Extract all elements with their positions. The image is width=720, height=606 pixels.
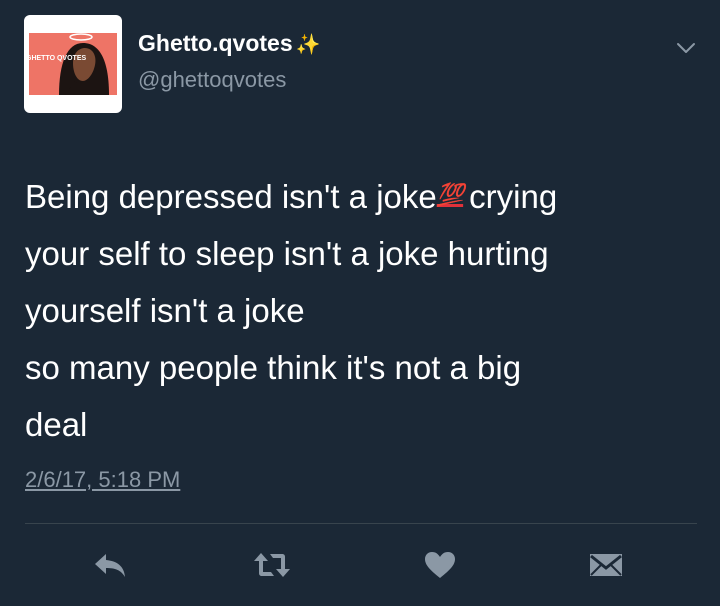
tweet-text: Being depressed isn't a joke💯 crying your…: [25, 166, 715, 453]
like-button[interactable]: [418, 548, 462, 582]
retweet-icon: [254, 553, 290, 577]
sparkles-icon: ✨: [295, 34, 321, 56]
tweet-line: your self to sleep isn't a joke hurting: [25, 235, 549, 272]
tweet-text-segment: crying: [469, 178, 558, 215]
author-handle[interactable]: @ghettoqvotes: [138, 67, 286, 93]
tweet-text-segment: Being depressed isn't a joke: [25, 178, 437, 215]
avatar-image: [29, 33, 117, 95]
divider: [25, 523, 697, 524]
direct-message-button[interactable]: [584, 548, 628, 582]
reply-icon: [95, 554, 125, 577]
retweet-button[interactable]: [250, 548, 294, 582]
avatar-portrait-icon: [59, 33, 109, 95]
author-avatar[interactable]: GHETTO QVOTES: [24, 15, 122, 113]
tweet-timestamp[interactable]: 2/6/17, 5:18 PM: [25, 467, 180, 493]
tweet-line: yourself isn't a joke: [25, 292, 305, 329]
envelope-icon: [590, 554, 622, 576]
author-display-name[interactable]: Ghetto.qvotes: [138, 30, 293, 56]
author-name-row[interactable]: Ghetto.qvotes ✨: [138, 30, 321, 57]
reply-button[interactable]: [88, 548, 132, 582]
chevron-down-icon[interactable]: [676, 38, 696, 58]
tweet-line: so many people think it's not a big: [25, 349, 522, 386]
avatar-text: GHETTO QVOTES: [26, 55, 87, 62]
hundred-points-icon: 💯: [436, 182, 464, 207]
tweet-line: deal: [25, 406, 88, 443]
tweet-line: Being depressed isn't a joke💯 crying: [25, 166, 715, 225]
heart-icon: [425, 552, 455, 578]
